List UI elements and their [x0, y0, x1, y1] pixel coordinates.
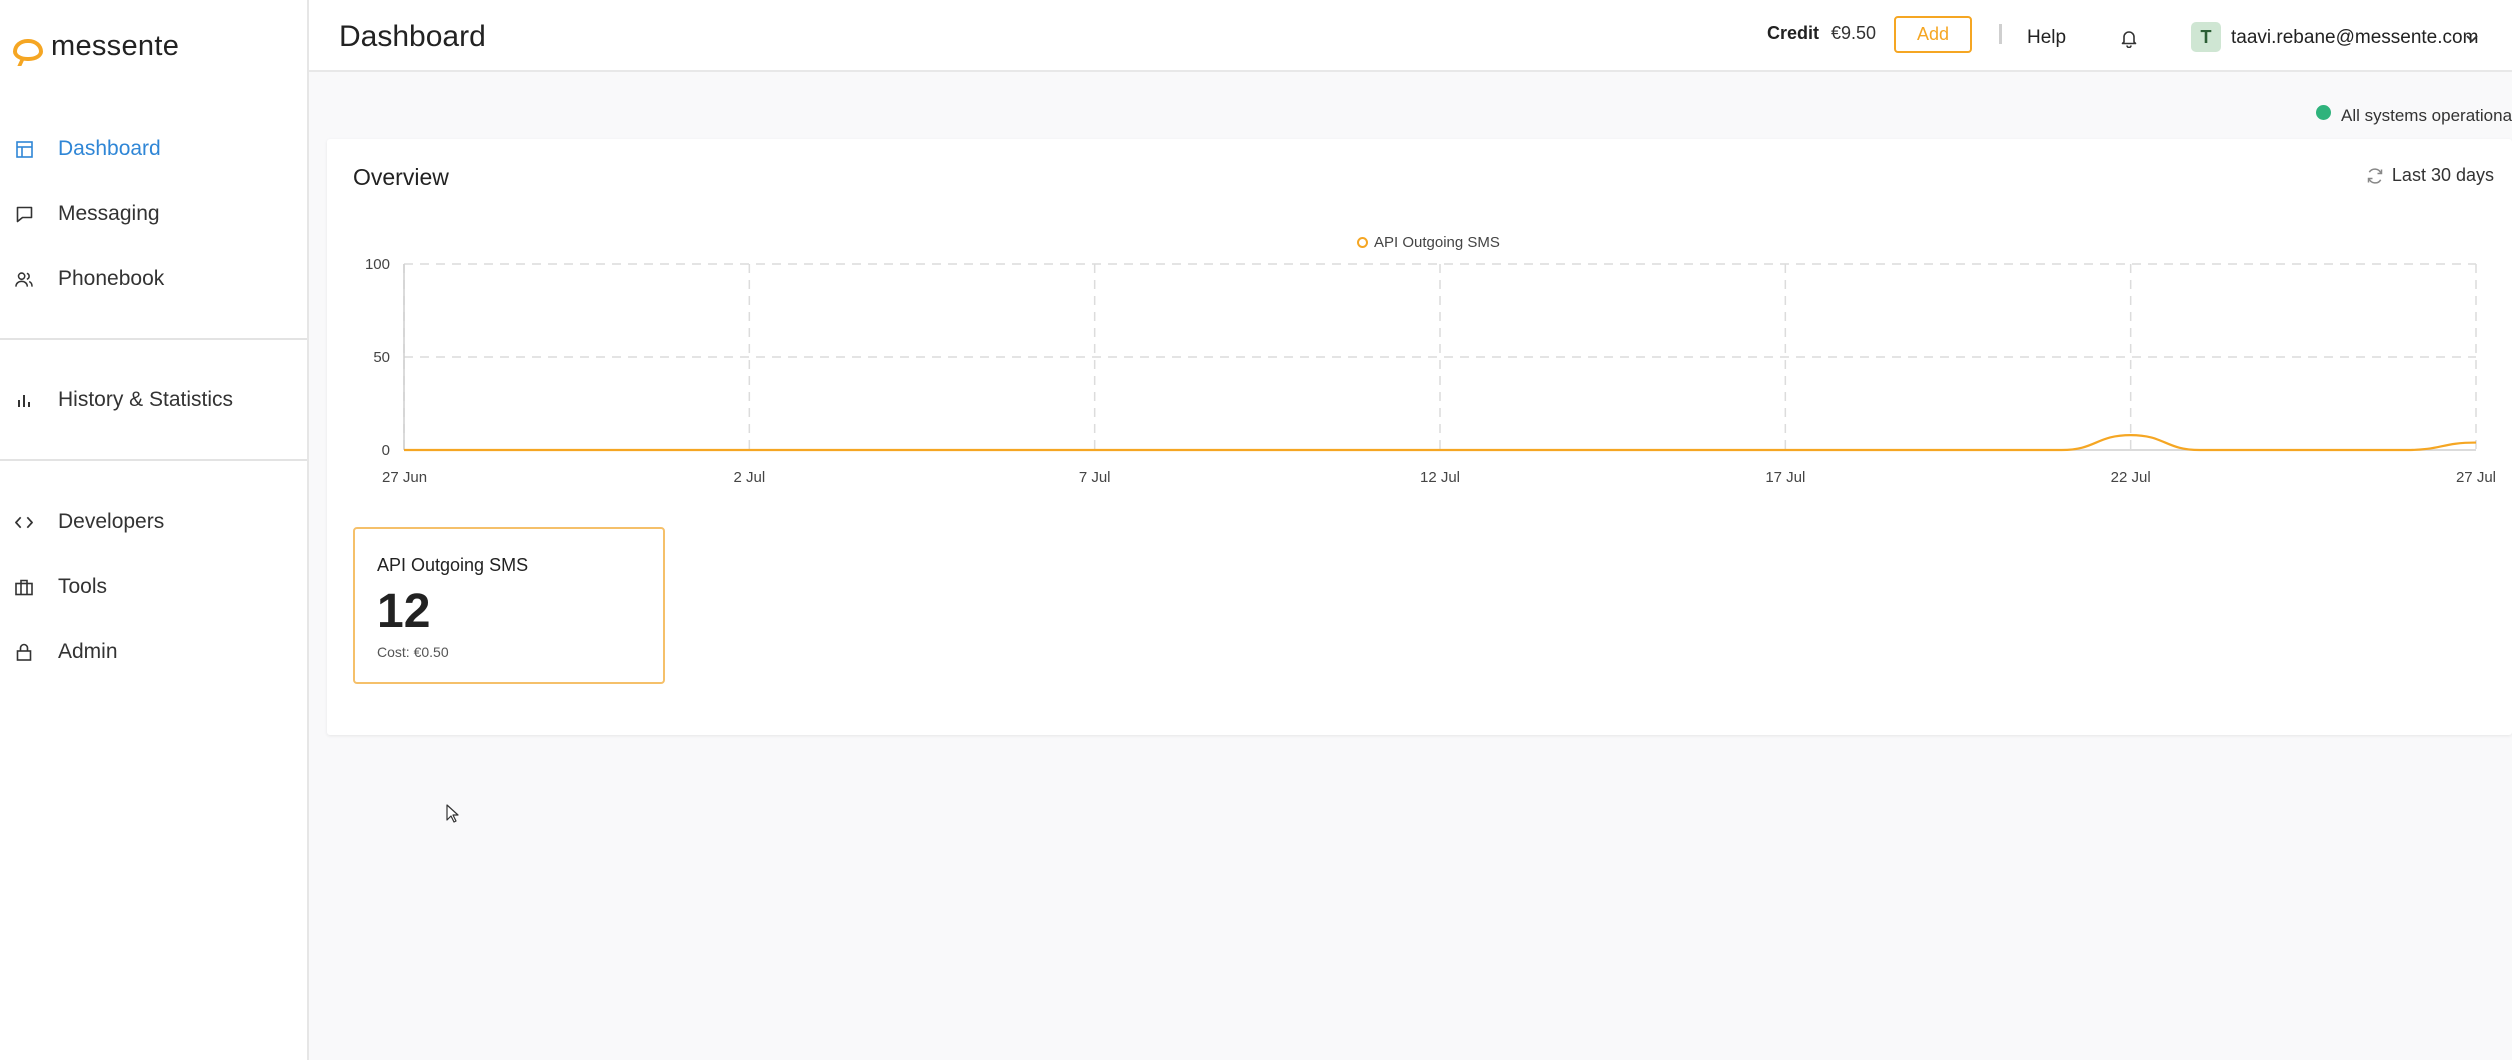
overview-chart: 0 50 100 27 Jun 2 Jul 7 Jul 12 Jul 17 Jul 22 Jul…	[365, 256, 2496, 486]
header-separator	[1999, 24, 2002, 44]
code-icon	[15, 513, 33, 531]
logo-icon	[13, 39, 43, 61]
user-email[interactable]: taavi.rebane@messente.com	[2231, 27, 2478, 49]
stat-cost: Cost: €0.50	[377, 644, 449, 660]
sidebar-item-label: History & Statistics	[58, 388, 234, 411]
briefcase-icon	[15, 578, 33, 596]
sidebar-item-dashboard[interactable]: Dashboard	[0, 121, 307, 177]
page-title: Dashboard	[339, 20, 486, 53]
y-tick-label: 50	[373, 349, 390, 366]
x-tick-label: 12 Jul	[1420, 469, 1460, 486]
add-credit-button[interactable]: Add	[1894, 16, 1972, 53]
sidebar-item-label: Developers	[58, 510, 165, 533]
logo-text: messente	[51, 29, 180, 62]
sidebar-item-label: Dashboard	[58, 137, 161, 160]
message-icon	[15, 205, 33, 223]
sidebar-item-phonebook[interactable]: Phonebook	[0, 251, 307, 307]
sidebar-item-label: Phonebook	[58, 267, 165, 290]
sidebar-item-label: Admin	[58, 640, 118, 663]
x-tick-label: 2 Jul	[733, 469, 765, 486]
x-tick-label: 27 Jun	[382, 469, 427, 486]
mouse-cursor-icon	[446, 804, 459, 823]
stat-title: API Outgoing SMS	[377, 555, 529, 575]
x-tick-label: 7 Jul	[1079, 469, 1111, 486]
stat-card-api-outgoing-sms[interactable]: API Outgoing SMS 12 Cost: €0.50	[353, 527, 665, 684]
system-status[interactable]: All systems operational	[2316, 104, 2512, 126]
sidebar-item-label: Tools	[58, 575, 108, 598]
avatar[interactable]: T	[2191, 22, 2221, 52]
status-dot-icon	[2316, 104, 2331, 120]
chevron-down-icon[interactable]	[2465, 31, 2479, 45]
credit-label: Credit	[1767, 23, 1820, 43]
sidebar-divider	[0, 459, 307, 461]
x-tick-label: 27 Jul	[2456, 469, 2496, 486]
y-tick-label: 100	[365, 256, 390, 273]
top-header: Dashboard Credit €9.50 Add Help T taavi.…	[309, 0, 2512, 72]
bell-icon[interactable]	[2119, 28, 2139, 49]
sidebar-item-admin[interactable]: Admin	[0, 624, 307, 680]
dashboard-icon	[15, 140, 33, 158]
status-text: All systems operational	[2341, 106, 2512, 125]
y-tick-label: 0	[382, 442, 390, 459]
credit-value: €9.50	[1831, 23, 1877, 43]
sidebar-item-label: Messaging	[58, 202, 160, 225]
x-tick-label: 17 Jul	[1765, 469, 1805, 486]
people-icon	[15, 270, 33, 288]
lock-icon	[15, 643, 33, 661]
bar-chart-icon	[15, 391, 33, 409]
sidebar: messente Dashboard Messaging Phonebook H…	[0, 0, 309, 1060]
sidebar-item-history-statistics[interactable]: History & Statistics	[0, 372, 307, 428]
sidebar-divider	[0, 338, 307, 340]
x-tick-label: 22 Jul	[2111, 469, 2151, 486]
stat-value: 12	[377, 585, 431, 638]
sidebar-item-tools[interactable]: Tools	[0, 559, 307, 615]
help-link[interactable]: Help	[2027, 27, 2066, 49]
sidebar-item-messaging[interactable]: Messaging	[0, 186, 307, 242]
sidebar-item-developers[interactable]: Developers	[0, 494, 307, 550]
messente-logo[interactable]: messente	[13, 26, 179, 66]
overview-card: Overview Last 30 days API Outgoing SMS 0…	[327, 139, 2512, 735]
